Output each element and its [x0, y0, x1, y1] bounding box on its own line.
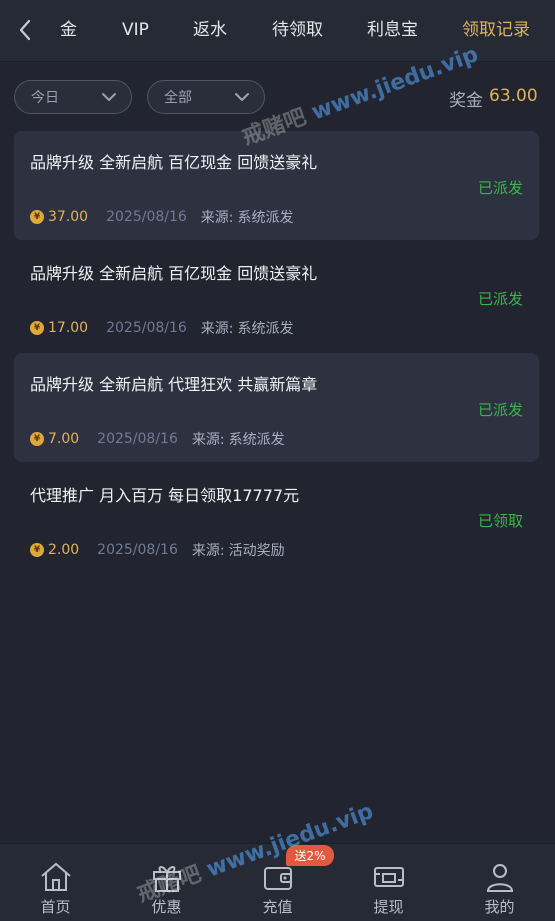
- tab-pending[interactable]: 待领取: [272, 17, 323, 43]
- back-button[interactable]: [12, 16, 38, 44]
- date-filter-value: 今日: [31, 90, 59, 106]
- record-source-label: 来源:: [200, 321, 234, 337]
- record-status: 已派发: [477, 290, 523, 308]
- record-title: 品牌升级 全新启航 代理狂欢 共赢新篇章: [30, 375, 318, 394]
- record-status: 已派发: [477, 401, 523, 419]
- withdraw-icon: [371, 860, 407, 894]
- bottom-nav-label: 充值: [262, 898, 293, 916]
- record-meta: ¥ 37.00 2025/08/16 来源: 系统派发: [30, 207, 294, 227]
- record-source: 系统派发: [228, 432, 285, 448]
- tab-rebate[interactable]: 返水: [193, 17, 227, 43]
- tab-interest[interactable]: 利息宝: [367, 17, 418, 43]
- user-icon: [482, 860, 518, 894]
- bonus-value: 63.00: [489, 86, 538, 106]
- bottom-nav-promotions[interactable]: 优惠: [111, 844, 222, 921]
- chevron-down-icon: [102, 93, 116, 101]
- bottom-nav-profile[interactable]: 我的: [444, 844, 555, 921]
- coin-icon: ¥: [30, 543, 44, 557]
- record-source: 活动奖励: [228, 543, 285, 559]
- record-status: 已派发: [477, 179, 523, 197]
- type-filter-value: 全部: [164, 90, 192, 106]
- record-item: 品牌升级 全新启航 代理狂欢 共赢新篇章 已派发 ¥ 7.00 2025/08/…: [14, 353, 539, 462]
- bottom-nav-label: 我的: [484, 898, 515, 916]
- record-meta: ¥ 2.00 2025/08/16 来源: 活动奖励: [30, 540, 285, 560]
- record-title: 品牌升级 全新启航 百亿现金 回馈送豪礼: [30, 153, 318, 172]
- record-date: 2025/08/16: [97, 542, 178, 558]
- tab-vip[interactable]: VIP: [122, 17, 149, 43]
- home-icon: [38, 860, 74, 894]
- coin-icon: ¥: [30, 210, 44, 224]
- bottom-nav-label: 首页: [40, 898, 71, 916]
- record-amount: 17.00: [48, 320, 89, 336]
- date-filter-dropdown[interactable]: 今日: [14, 80, 132, 114]
- bonus-label: 奖金: [449, 91, 483, 111]
- record-source-label: 来源:: [191, 432, 225, 448]
- record-source: 系统派发: [237, 210, 294, 226]
- record-source-label: 来源:: [200, 210, 234, 226]
- record-meta: ¥ 7.00 2025/08/16 来源: 系统派发: [30, 429, 285, 449]
- chevron-down-icon: [235, 93, 249, 101]
- type-filter-dropdown[interactable]: 全部: [147, 80, 265, 114]
- bottom-nav-label: 优惠: [151, 898, 182, 916]
- record-status: 已领取: [477, 512, 523, 530]
- record-title: 品牌升级 全新启航 百亿现金 回馈送豪礼: [30, 264, 318, 283]
- bottom-nav-home[interactable]: 首页: [0, 844, 111, 921]
- record-date: 2025/08/16: [106, 209, 187, 225]
- record-meta: ¥ 17.00 2025/08/16 来源: 系统派发: [30, 318, 294, 338]
- record-date: 2025/08/16: [106, 320, 187, 336]
- tab-claim-records[interactable]: 领取记录: [462, 17, 530, 43]
- tab-gold[interactable]: 金: [60, 17, 77, 43]
- bottom-nav-withdraw[interactable]: 提现: [333, 844, 444, 921]
- bottom-nav: 首页 优惠 充值 提现 我的: [0, 843, 555, 921]
- record-item: 代理推广 月入百万 每日领取17777元 已领取 ¥ 2.00 2025/08/…: [14, 464, 539, 573]
- coin-icon: ¥: [30, 321, 44, 335]
- gift-icon: [149, 860, 185, 894]
- record-title: 代理推广 月入百万 每日领取17777元: [30, 486, 300, 505]
- record-amount: 7.00: [48, 431, 80, 447]
- record-source-label: 来源:: [191, 543, 225, 559]
- record-item: 品牌升级 全新启航 百亿现金 回馈送豪礼 已派发 ¥ 17.00 2025/08…: [14, 242, 539, 351]
- promo-badge: 送2%: [286, 845, 334, 866]
- record-amount: 2.00: [48, 542, 80, 558]
- chevron-left-icon: [19, 19, 31, 41]
- record-date: 2025/08/16: [97, 431, 178, 447]
- record-amount: 37.00: [48, 209, 89, 225]
- record-source: 系统派发: [237, 321, 294, 337]
- coin-icon: ¥: [30, 432, 44, 446]
- record-item: 品牌升级 全新启航 百亿现金 回馈送豪礼 已派发 ¥ 37.00 2025/08…: [14, 131, 539, 240]
- top-nav: 金 VIP 返水 待领取 利息宝 领取记录: [0, 0, 555, 62]
- bottom-nav-label: 提现: [373, 898, 404, 916]
